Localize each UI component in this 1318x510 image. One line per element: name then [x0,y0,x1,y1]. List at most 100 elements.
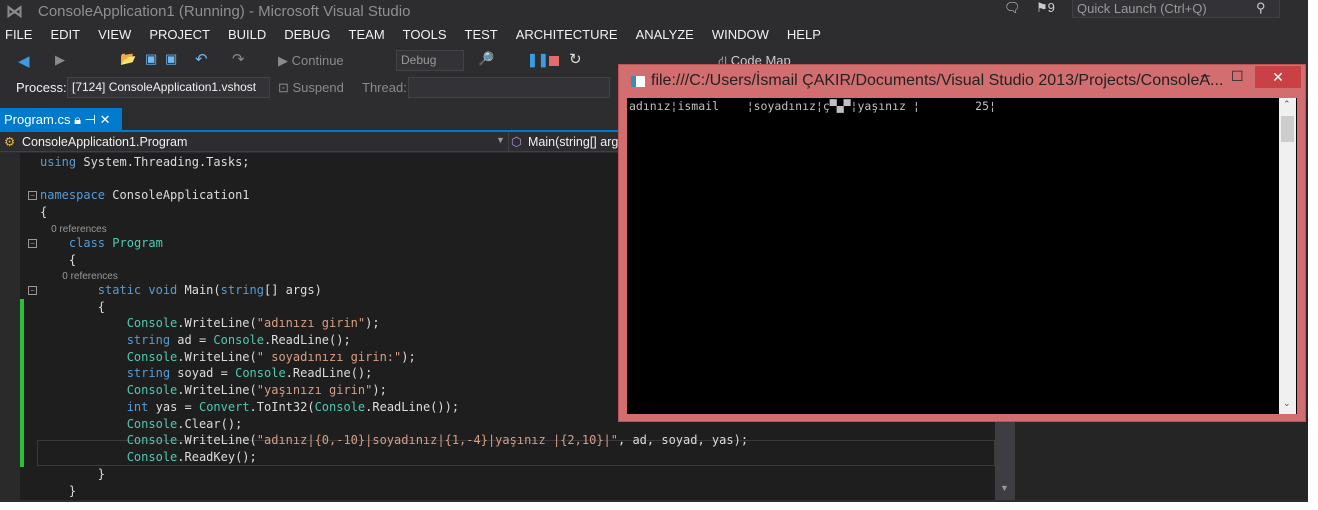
code-line: int yas = Convert.ToInt32(Console.ReadLi… [40,399,459,415]
menu-architecture[interactable]: ARCHITECTURE [511,24,626,46]
code-line: Console.ReadKey(); [40,449,257,465]
code-token: string [126,333,171,347]
collapse-icon[interactable]: − [28,286,37,295]
pause-icon[interactable]: ❚❚ [527,52,549,68]
menu-analyze[interactable]: ANALYZE [631,24,702,46]
code-token: } [40,467,106,481]
console-window[interactable]: file:///C:/Users/İsmail ÇAKIR/Documents/… [618,64,1306,422]
tab-program-cs[interactable]: Program.cs 🔒︎ ⊣ ✕ [0,108,122,130]
configuration-dropdown[interactable]: Debug [396,50,464,71]
suspend-label: Suspend [292,80,344,95]
maximize-icon[interactable]: ☐ [1231,68,1244,85]
tab-label: Program.cs [4,112,71,127]
visual-studio-logo-icon: ⋈ [6,2,23,21]
notification-icon[interactable]: 🗨 [1004,0,1021,16]
find-icon[interactable]: 🔎 [478,51,494,67]
menu-help[interactable]: HELP [782,24,829,46]
code-token: string [220,283,264,297]
search-icon[interactable]: ⚲ [1256,0,1266,16]
references-codelens[interactable]: 0 references [40,224,107,235]
menu-view[interactable]: VIEW [93,24,139,46]
collapse-icon[interactable]: − [28,191,37,200]
code-token: Console [314,400,366,414]
menu-test[interactable]: TEST [460,24,506,46]
code-token: ConsoleApplication1 [105,188,250,202]
continue-button[interactable]: ▶ Continue [278,53,344,69]
scroll-up-icon[interactable]: ⌃ [1283,99,1291,110]
code-line: Console.WriteLine(" soyadınızı girin:"); [40,349,416,365]
code-line: { [40,299,105,315]
chevron-down-icon[interactable]: ▼ [496,135,505,145]
console-output-text: adınız¦ismail ¦soyadınız¦ç▀▄▀¦yaşınız ¦ … [629,99,996,113]
visual-studio-window: ⋈ ConsoleApplication1 (Running) - Micros… [0,0,1308,502]
code-token: .WriteLine( [177,383,257,397]
suspend-button[interactable]: ⊡ Suspend [278,80,344,96]
window-title: ConsoleApplication1 (Running) - Microsof… [38,3,411,20]
menu-tools[interactable]: TOOLS [398,24,455,46]
quick-launch-input[interactable]: Quick Launch (Ctrl+Q) [1072,0,1280,18]
code-token: Main( [177,283,221,297]
code-token: .ReadLine(); [264,333,351,347]
process-label: Process: [16,80,67,95]
undo-icon[interactable]: ↶ [195,50,208,68]
minimize-icon[interactable]: – [1201,67,1210,85]
code-token: , ad, soyad, yas); [618,433,749,447]
code-line: Console.WriteLine("yaşınızı girin"); [40,382,387,398]
menu-file[interactable]: FILE [0,24,40,46]
code-token: [] args) [264,283,322,297]
close-button[interactable]: ✕ [1255,66,1301,88]
code-token: .WriteLine( [177,433,257,447]
code-token: } [40,484,77,498]
code-token: .WriteLine( [177,350,257,364]
console-output-area: adınız¦ismail ¦soyadınız¦ç▀▄▀¦yaşınız ¦ … [627,98,1297,414]
open-file-icon[interactable]: 📂 [120,51,136,67]
code-token: Console [126,450,178,464]
code-token: .Clear(); [177,417,243,431]
member-dropdown[interactable]: Main(string[] args) [528,135,629,149]
forward-icon[interactable]: ▶ [55,52,65,68]
code-token: Console [126,433,178,447]
scrollbar-thumb[interactable] [1281,116,1294,142]
scroll-down-icon[interactable]: ⌄ [1283,398,1291,409]
code-token: Console [126,350,178,364]
code-token: yas = [148,400,199,414]
menu-build[interactable]: BUILD [223,24,274,46]
code-token: Console [213,333,264,347]
code-token: Convert [198,400,250,414]
redo-icon[interactable]: ↷ [232,50,245,68]
code-token: Program [112,236,163,250]
save-all-icon[interactable]: ▣ [165,51,177,67]
process-dropdown[interactable]: [7124] ConsoleApplication1.vshost [67,77,270,98]
menu-team[interactable]: TEAM [344,24,393,46]
continue-label: Continue [291,53,344,68]
thread-dropdown[interactable] [408,77,610,98]
thread-label: Thread: [362,80,407,95]
class-dropdown[interactable]: ConsoleApplication1.Program [22,135,187,149]
menu-project[interactable]: PROJECT [144,24,218,46]
menu-edit[interactable]: EDIT [45,24,88,46]
menu-debug[interactable]: DEBUG [279,24,338,46]
title-bar: ⋈ ConsoleApplication1 (Running) - Micros… [0,0,1308,22]
code-line: Console.Clear(); [40,416,243,432]
console-scrollbar[interactable]: ⌃ ⌄ [1279,98,1296,414]
notification-count: 9 [1047,0,1055,15]
save-icon[interactable]: ▣ [145,51,157,67]
code-line: } [40,466,105,482]
stop-icon[interactable] [549,56,559,66]
back-icon[interactable]: ◀ [18,52,30,70]
code-token: soyad = [170,366,236,380]
feedback-flag-icon[interactable]: ⚑9 [1036,0,1055,16]
close-tab-icon[interactable]: ✕ [100,112,111,127]
references-codelens[interactable]: 0 references [40,271,118,282]
code-token: { [40,253,77,267]
restart-icon[interactable]: ↻ [569,50,582,68]
scroll-down-icon[interactable]: ▼ [1000,483,1009,493]
menu-window[interactable]: WINDOW [707,24,777,46]
code-line: class Program [40,235,163,251]
pin-icon[interactable]: ⊣ [85,112,96,127]
code-line: string ad = Console.ReadLine(); [40,332,351,348]
collapse-icon[interactable]: − [28,239,37,248]
